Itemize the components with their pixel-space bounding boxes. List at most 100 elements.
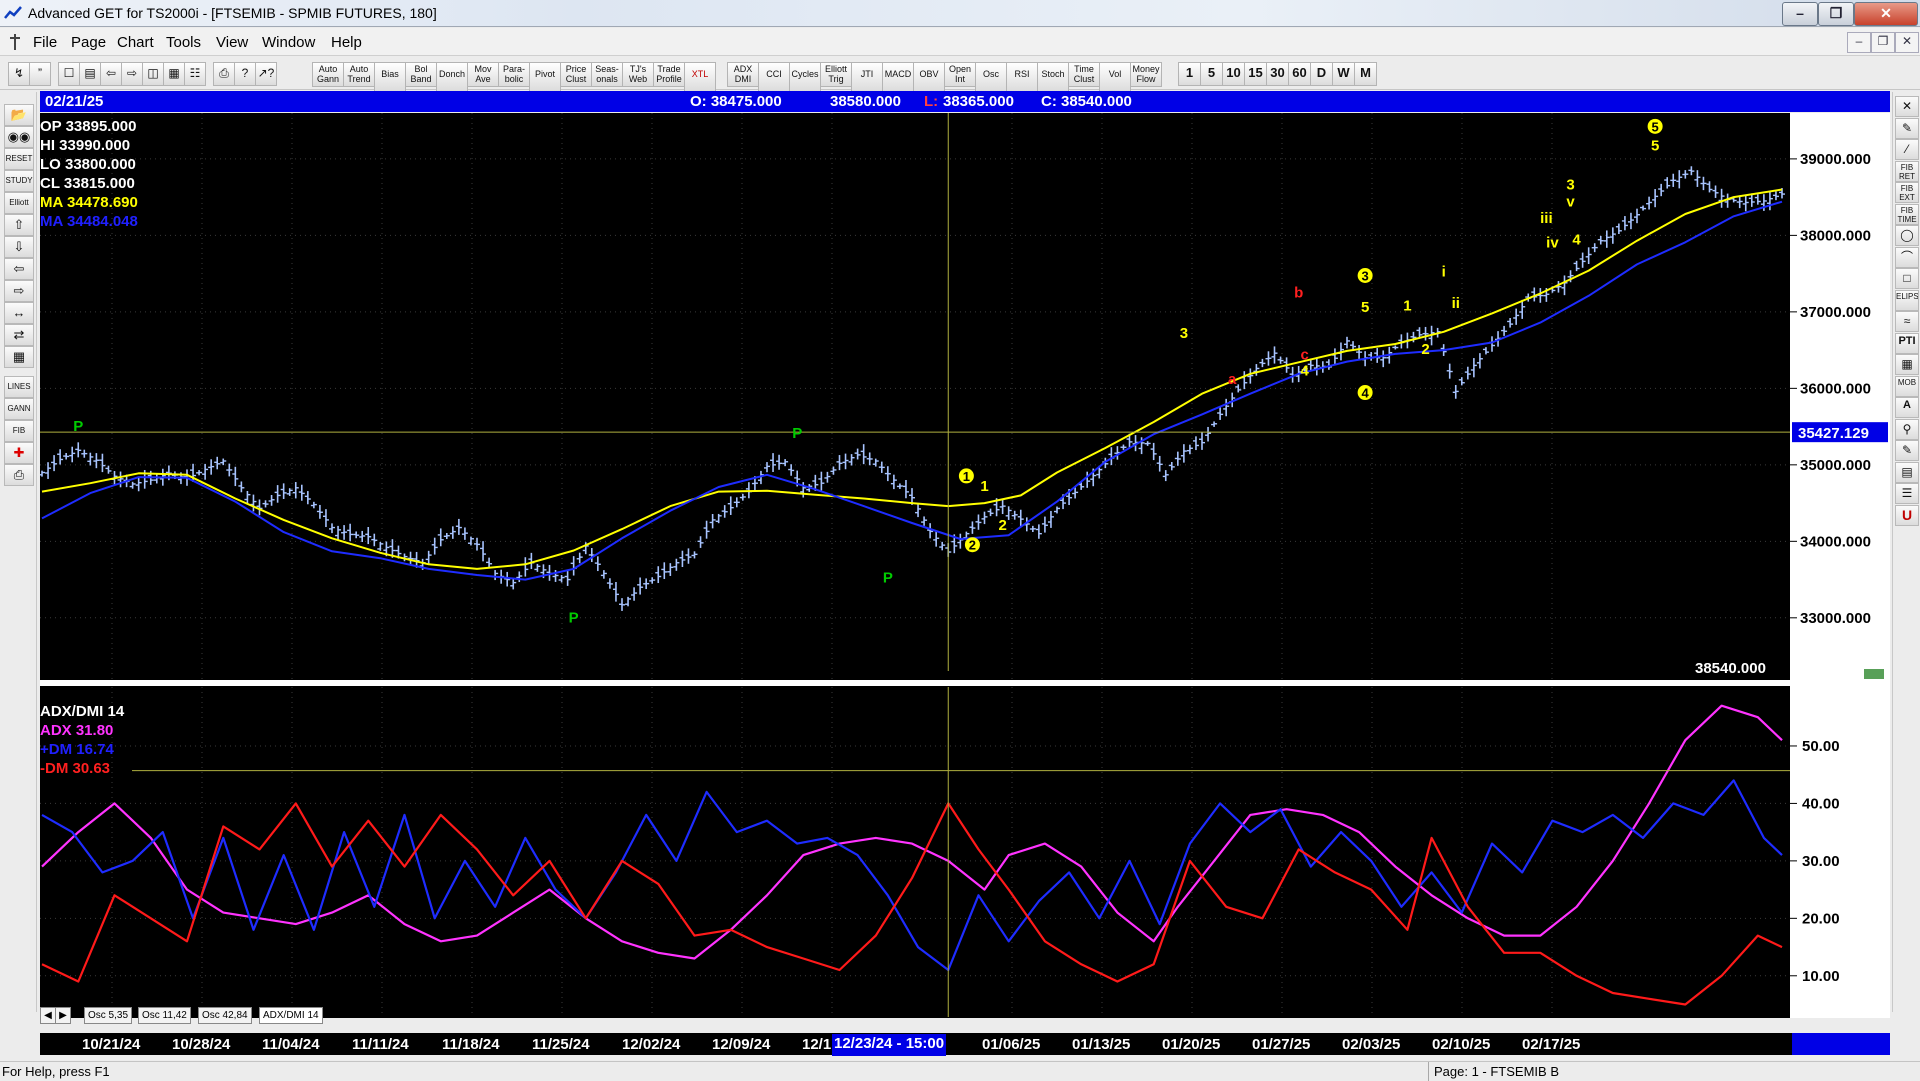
- osc-elliott-trig-button[interactable]: Elliott Trig: [820, 62, 852, 87]
- timeframe-60-button[interactable]: 60: [1288, 62, 1311, 86]
- timeframe-15-button[interactable]: 15: [1244, 62, 1267, 86]
- study-icon[interactable]: STUDY: [4, 170, 34, 192]
- close-button[interactable]: ✕: [1854, 2, 1918, 26]
- arrow-right-icon[interactable]: ⇨: [4, 280, 34, 302]
- child-minimize-button[interactable]: –: [1847, 32, 1871, 53]
- menu-view[interactable]: View: [216, 34, 248, 51]
- back-icon[interactable]: ⇦: [100, 62, 122, 86]
- tool-auto-trend-button[interactable]: Auto Trend: [343, 62, 375, 87]
- timeframe-w-button[interactable]: W: [1332, 62, 1355, 86]
- osc-obv-button[interactable]: OBV: [913, 62, 945, 92]
- fib-extension-icon[interactable]: FIB EXT: [1895, 182, 1919, 203]
- timeframe-d-button[interactable]: D: [1310, 62, 1333, 86]
- tab-osc-2[interactable]: Osc 42,84: [198, 1007, 252, 1024]
- help-icon[interactable]: ?: [234, 62, 256, 86]
- tool-xtl-button[interactable]: XTL: [684, 62, 716, 92]
- open-folder-icon[interactable]: 📂: [4, 104, 34, 126]
- menu-tools[interactable]: Tools: [166, 34, 201, 51]
- pencil-icon[interactable]: ✎: [1895, 117, 1919, 139]
- tool-price-clust-button[interactable]: Price Clust: [560, 62, 592, 87]
- child-close-button[interactable]: ✕: [1895, 32, 1919, 53]
- osc-cci-button[interactable]: CCI: [758, 62, 790, 92]
- menu-help[interactable]: Help: [331, 34, 362, 51]
- timeframe-30-button[interactable]: 30: [1266, 62, 1289, 86]
- chart-area[interactable]: 39000.000 38000.000 37000.000 36000.000 3500…: [40, 113, 1890, 1018]
- restore-button[interactable]: ❐: [1818, 2, 1854, 26]
- table-icon[interactable]: ▤: [1895, 461, 1919, 483]
- arrow-down-icon[interactable]: ⇩: [4, 236, 34, 258]
- timeframe-1-button[interactable]: 1: [1178, 62, 1201, 86]
- timeframe-m-button[interactable]: M: [1354, 62, 1377, 86]
- osc-cycles-button[interactable]: Cycles: [789, 62, 821, 92]
- child-restore-button[interactable]: ❐: [1871, 32, 1895, 53]
- cross-icon[interactable]: ✕: [1895, 96, 1919, 117]
- grid-icon[interactable]: ▦: [163, 62, 185, 86]
- osc-adx-dmi-button[interactable]: ADX DMI: [727, 62, 759, 87]
- tool-bol-band-button[interactable]: Bol Band: [405, 62, 437, 87]
- resize-grip-icon[interactable]: [1864, 669, 1884, 679]
- brush-icon[interactable]: ✎: [1895, 440, 1919, 461]
- mob-icon[interactable]: MOB: [1895, 375, 1919, 397]
- osc-stoch-button[interactable]: Stoch: [1037, 62, 1069, 92]
- tool-bias-button[interactable]: Bias: [374, 62, 406, 92]
- osc-time-clust-button[interactable]: Time Clust: [1068, 62, 1100, 87]
- window-list-icon[interactable]: ☷: [184, 62, 206, 86]
- tab-osc-0[interactable]: Osc 5,35: [84, 1007, 133, 1024]
- tool-donch-button[interactable]: Donch: [436, 62, 468, 92]
- print-preview-icon[interactable]: ▤: [79, 62, 101, 86]
- tool-mov-ave-button[interactable]: Mov Ave: [467, 62, 499, 87]
- new-page-icon[interactable]: ☐: [58, 62, 80, 86]
- elliott-icon[interactable]: Elliott: [4, 192, 34, 214]
- menu-window[interactable]: Window: [262, 34, 315, 51]
- indicator-panel[interactable]: [40, 686, 1790, 1018]
- menu-file[interactable]: File: [33, 34, 57, 51]
- timeframe-5-button[interactable]: 5: [1200, 62, 1223, 86]
- tool-auto-gann-button[interactable]: Auto Gann: [312, 62, 344, 87]
- layers-icon[interactable]: ☰: [1895, 483, 1919, 504]
- expand-horizontal-icon[interactable]: ↔: [4, 302, 34, 324]
- box-icon[interactable]: □: [1895, 268, 1919, 289]
- document-icon[interactable]: [8, 33, 22, 51]
- arc-icon[interactable]: ⌒: [1895, 246, 1919, 268]
- lines-icon[interactable]: LINES: [4, 376, 34, 398]
- tab-osc-1[interactable]: Osc 11,42: [138, 1007, 191, 1024]
- print-icon[interactable]: ⎙: [4, 464, 34, 486]
- reset-icon[interactable]: RESET: [4, 148, 34, 170]
- circle-icon[interactable]: ◯: [1895, 225, 1919, 246]
- timeframe-10-button[interactable]: 10: [1222, 62, 1245, 86]
- line-icon[interactable]: ⁄: [1895, 139, 1919, 160]
- binoculars-icon[interactable]: ◉◉: [4, 126, 34, 148]
- magnet-icon[interactable]: U: [1895, 504, 1919, 526]
- pin-icon[interactable]: ↯: [8, 62, 30, 86]
- tool-parabolic-button[interactable]: Para-bolic: [498, 62, 530, 87]
- tool-pivot-button[interactable]: Pivot: [529, 62, 561, 92]
- tool-seasonals-button[interactable]: Seas-onals: [591, 62, 623, 87]
- forward-icon[interactable]: ⇨: [121, 62, 143, 86]
- osc-osc-button[interactable]: Osc: [975, 62, 1007, 92]
- price-panel[interactable]: [40, 113, 1790, 680]
- tool-tjs-web-button[interactable]: TJ's Web: [622, 62, 654, 87]
- osc-rsi-button[interactable]: RSI: [1006, 62, 1038, 92]
- tab-osc-3[interactable]: ADX/DMI 14: [259, 1007, 323, 1024]
- gann-icon[interactable]: GANN: [4, 398, 34, 420]
- arrow-up-icon[interactable]: ⇧: [4, 214, 34, 236]
- osc-jti-button[interactable]: JTI: [851, 62, 883, 92]
- quote-icon[interactable]: ”: [29, 62, 51, 86]
- grid-icon[interactable]: ▦: [1895, 354, 1919, 375]
- fib-icon[interactable]: FIB: [4, 420, 34, 442]
- menu-chart[interactable]: Chart: [117, 34, 154, 51]
- pti-icon[interactable]: PTI: [1895, 332, 1919, 354]
- copy-icon[interactable]: ◫: [142, 62, 164, 86]
- arrow-left-icon[interactable]: ⇦: [4, 258, 34, 280]
- osc-macd-button[interactable]: MACD: [882, 62, 914, 92]
- zoom-icon[interactable]: ⚲: [1895, 418, 1919, 440]
- fib-retracement-icon[interactable]: FIB RET: [1895, 160, 1919, 182]
- minimize-button[interactable]: –: [1782, 2, 1818, 26]
- context-help-icon[interactable]: ↗?: [255, 62, 277, 86]
- tool-trade-profile-button[interactable]: Trade Profile: [653, 62, 685, 87]
- tab-next-icon[interactable]: ▶: [55, 1007, 71, 1024]
- fib-time-icon[interactable]: FIB TIME: [1895, 203, 1919, 225]
- wave-icon[interactable]: ≈: [1895, 311, 1919, 332]
- osc-open-int-button[interactable]: Open Int: [944, 62, 976, 87]
- compress-horizontal-icon[interactable]: ⇄: [4, 324, 34, 346]
